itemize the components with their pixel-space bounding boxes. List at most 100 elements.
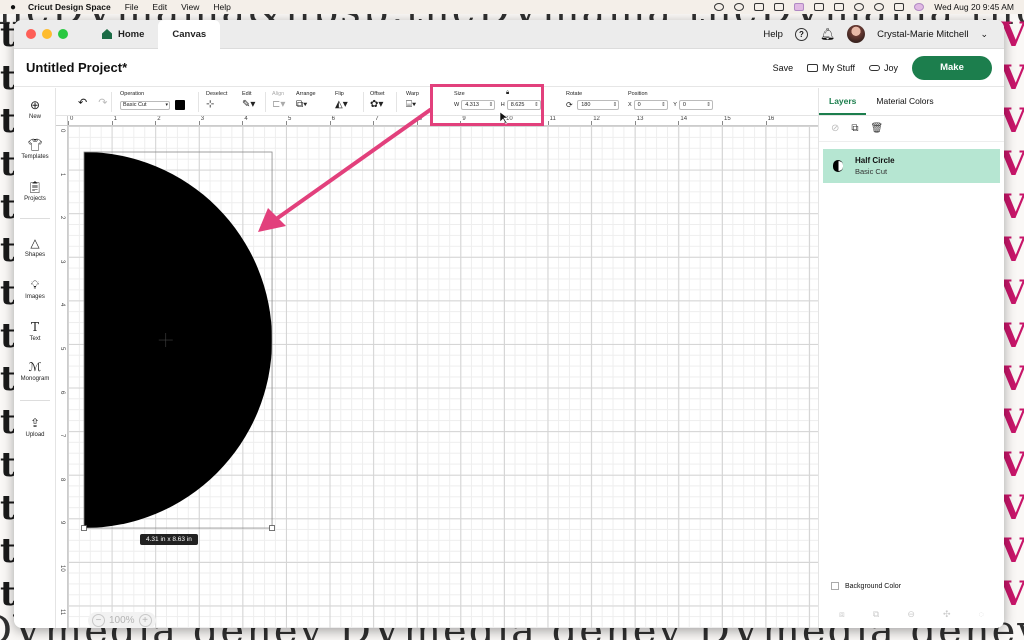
chevron-down-icon[interactable]: ⌄ — [980, 29, 988, 40]
align-button[interactable]: Align ⊏▾ — [272, 91, 285, 110]
menubar-datetime[interactable]: Wed Aug 20 9:45 AM — [934, 2, 1014, 12]
siri-icon[interactable] — [914, 3, 925, 11]
half-circle-shape[interactable] — [84, 152, 273, 529]
window-controls — [26, 29, 68, 39]
undo-icon[interactable]: ↶ — [78, 97, 87, 109]
hide-layer-icon[interactable]: ⊘ — [831, 123, 839, 134]
offset-label: Offset — [370, 91, 385, 97]
half-circle-icon — [833, 160, 843, 172]
cast-icon[interactable] — [814, 3, 825, 11]
tab-canvas[interactable]: Canvas — [158, 20, 221, 49]
sidebar-item-monogram[interactable]: ℳ Monogram — [14, 360, 56, 382]
help-link[interactable]: Help — [763, 29, 783, 40]
machine-selector[interactable]: Joy — [868, 63, 898, 73]
operation-group: Operation Basic Cut — [120, 91, 185, 110]
rotate-input[interactable]: 180 — [577, 100, 620, 110]
duplicate-icon[interactable]: ⧉ — [851, 123, 858, 134]
align-icon: ⊏▾ — [272, 99, 286, 110]
background-color-toggle[interactable]: Background Color — [831, 582, 901, 590]
sidebar-item-images[interactable]: 💡︎ Images — [14, 278, 56, 300]
tab-material-colors[interactable]: Material Colors — [866, 88, 943, 115]
menubar-app-name[interactable]: Cricut Design Space — [28, 2, 111, 12]
menu-help[interactable]: Help — [213, 2, 230, 12]
minimize-window-button[interactable] — [42, 29, 52, 39]
x-input[interactable]: 0 — [633, 100, 668, 110]
operation-label: Operation — [120, 91, 145, 97]
text-icon: T — [30, 320, 39, 334]
save-button[interactable]: Save — [773, 63, 794, 73]
toolbar-divider — [396, 92, 397, 112]
tab-home[interactable]: Home — [88, 20, 158, 49]
deselect-button[interactable]: Deselect ⊹ — [206, 91, 227, 110]
left-sidebar: ⊕ New 👕︎ Templates 📋︎ Projects △ Shapes … — [14, 88, 56, 628]
user-name[interactable]: Crystal-Marie Mitchell — [877, 29, 968, 40]
sidebar-item-templates[interactable]: 👕︎ Templates — [14, 138, 56, 160]
wifi-icon[interactable] — [854, 3, 865, 11]
design-canvas[interactable]: 0 1 2 3 4 5 6 7 8 9 10 11 12 13 14 15 16 0 1 2 3 4 5 6 7 8 9 10 11 … — [56, 116, 818, 628]
menu-view[interactable]: View — [181, 2, 199, 12]
tab-layers[interactable]: Layers — [819, 88, 867, 115]
layers-panel: Layers Material Colors ⊘ ⧉ 🗑︎ Half Circl… — [818, 88, 1004, 628]
offset-button[interactable]: Offset ✿▾ — [370, 91, 385, 110]
wallpaper-pattern-left: tttttttttttttt — [0, 15, 14, 614]
record-icon[interactable] — [734, 3, 745, 11]
menu-edit[interactable]: Edit — [152, 2, 167, 12]
arrange-button[interactable]: Arrange ⧉▾ — [296, 91, 316, 110]
slice-icon[interactable]: ⧈ — [839, 609, 845, 620]
canvas-shapes — [81, 151, 275, 531]
clipboard-icon: 📋︎ — [27, 180, 43, 194]
notifications-bell-icon[interactable]: 🔔︎ — [820, 27, 835, 41]
y-axis-label: Y — [673, 102, 677, 108]
zoom-out-button[interactable]: − — [92, 614, 105, 627]
flatten-icon[interactable]: ✣ — [943, 609, 951, 620]
my-stuff-button[interactable]: My Stuff — [807, 63, 855, 73]
sidebar-item-shapes[interactable]: △ Shapes — [14, 236, 56, 258]
background-checkbox[interactable] — [831, 582, 839, 590]
home-icon — [102, 29, 112, 39]
make-button[interactable]: Make — [912, 55, 992, 80]
colorsync-icon[interactable] — [794, 3, 805, 11]
close-window-button[interactable] — [26, 29, 36, 39]
sidebar-item-upload[interactable]: ⇪ Upload — [14, 416, 56, 438]
rotate-group: Rotate ⟳ 180 — [566, 91, 620, 110]
zoom-in-button[interactable]: + — [138, 614, 152, 627]
toolbar-divider — [265, 92, 266, 112]
arrange-label: Arrange — [296, 91, 316, 97]
y-input[interactable]: 0 — [678, 100, 713, 110]
redo-icon[interactable]: ↷ — [98, 97, 107, 109]
screen-icon[interactable] — [774, 3, 785, 11]
resize-handle-top-left[interactable] — [81, 525, 87, 531]
control-center-icon[interactable] — [894, 3, 905, 11]
help-question-icon[interactable]: ? — [794, 27, 808, 41]
layer-name: Half Circle — [855, 156, 895, 165]
layer-item[interactable]: Half Circle Basic Cut — [823, 149, 1000, 183]
project-title[interactable]: Untitled Project* — [26, 60, 127, 75]
flip-button[interactable]: Flip ◭▾ — [335, 91, 348, 110]
contour-icon[interactable]: ◌ — [979, 609, 984, 620]
battery-icon[interactable] — [834, 3, 845, 11]
trash-icon[interactable]: 🗑︎ — [871, 123, 884, 134]
user-avatar[interactable] — [847, 25, 866, 43]
attach-icon[interactable]: ⊖ — [907, 609, 915, 620]
zoom-window-button[interactable] — [58, 29, 68, 39]
resize-handle-bottom-right[interactable] — [269, 525, 275, 531]
color-swatch[interactable] — [174, 100, 185, 110]
upload-icon: ⇪ — [29, 416, 41, 430]
sidebar-item-label: Templates — [21, 154, 49, 160]
sidebar-item-text[interactable]: T Text — [14, 320, 56, 342]
sidebar-item-new[interactable]: ⊕ New — [14, 98, 56, 120]
operation-select[interactable]: Basic Cut — [120, 100, 170, 110]
menu-file[interactable]: File — [125, 2, 139, 12]
search-icon[interactable] — [874, 3, 885, 11]
status-icon[interactable] — [714, 3, 725, 11]
layer-actions: ⊘ ⧉ 🗑︎ — [819, 116, 1004, 142]
toolbar-divider — [198, 92, 199, 112]
sidebar-item-projects[interactable]: 📋︎ Projects — [14, 180, 56, 202]
sidebar-divider — [20, 400, 50, 401]
edit-button[interactable]: Edit ✎▾ — [242, 91, 255, 110]
shirt-icon: 👕︎ — [27, 138, 43, 152]
warp-button[interactable]: Warp ⌸▾ — [406, 91, 419, 110]
dropbox-icon[interactable] — [754, 3, 765, 11]
apple-icon[interactable]: ● — [10, 2, 16, 13]
combine-icon[interactable]: ⧉ — [873, 609, 879, 620]
